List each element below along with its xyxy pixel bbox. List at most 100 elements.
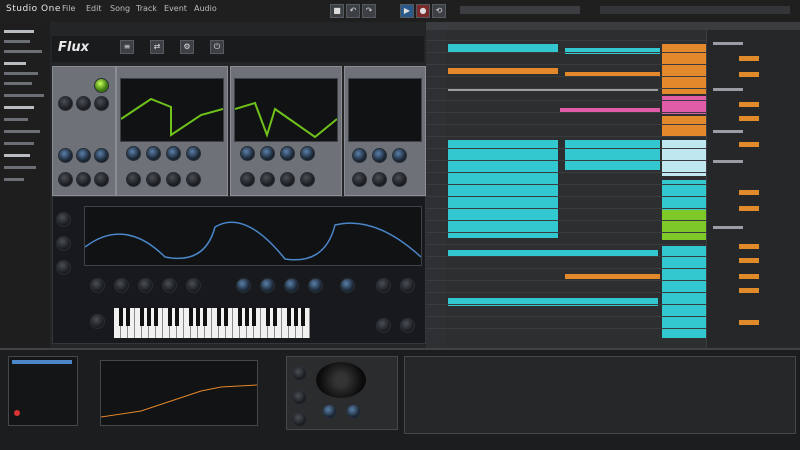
browser-item[interactable] <box>4 62 26 65</box>
env-knob[interactable] <box>300 146 315 161</box>
browser-item[interactable] <box>4 154 30 157</box>
black-key[interactable] <box>273 308 277 326</box>
osc-knob[interactable] <box>76 148 91 163</box>
browser-item[interactable] <box>4 94 44 97</box>
menu-track[interactable]: Track <box>136 4 157 13</box>
clip-cyan-large[interactable] <box>448 140 558 238</box>
synth-knob[interactable] <box>400 278 415 293</box>
lfo-knob[interactable] <box>372 172 387 187</box>
black-key[interactable] <box>238 308 242 326</box>
black-key[interactable] <box>301 308 305 326</box>
osc-knob[interactable] <box>94 172 109 187</box>
clip-column-lightblue[interactable] <box>662 140 706 176</box>
black-key[interactable] <box>252 308 256 326</box>
browser-item[interactable] <box>4 130 40 133</box>
clip-cyan[interactable] <box>448 44 558 52</box>
synth-knob[interactable] <box>56 236 71 251</box>
filter-knob[interactable] <box>186 172 201 187</box>
filter-knob[interactable] <box>166 172 181 187</box>
env-knob[interactable] <box>280 172 295 187</box>
env-knob[interactable] <box>260 146 275 161</box>
redo-icon[interactable]: ↷ <box>362 4 376 18</box>
lfo-knob[interactable] <box>372 148 387 163</box>
track-name[interactable] <box>713 42 743 45</box>
track-name[interactable] <box>713 130 743 133</box>
synth-knob[interactable] <box>376 278 391 293</box>
play-icon[interactable]: ▶ <box>400 4 414 18</box>
track-name[interactable] <box>713 226 743 229</box>
synth-knob[interactable] <box>260 278 275 293</box>
env-knob[interactable] <box>240 146 255 161</box>
menu-song[interactable]: Song <box>110 4 130 13</box>
synth-knob[interactable] <box>340 278 355 293</box>
synth-knob[interactable] <box>114 278 129 293</box>
filter-knob[interactable] <box>146 146 161 161</box>
osc-knob[interactable] <box>94 148 109 163</box>
black-key[interactable] <box>287 308 291 326</box>
synth-knob[interactable] <box>56 260 71 275</box>
osc-knob[interactable] <box>94 96 109 111</box>
loop-icon[interactable]: ⟲ <box>432 4 446 18</box>
black-key[interactable] <box>266 308 270 326</box>
track-name[interactable] <box>713 88 743 91</box>
browser-item[interactable] <box>4 40 30 43</box>
black-key[interactable] <box>203 308 207 326</box>
record-icon[interactable]: ● <box>416 4 430 18</box>
clip-cyan[interactable] <box>565 140 660 170</box>
filter-knob[interactable] <box>186 146 201 161</box>
mod-wheel[interactable] <box>90 314 105 329</box>
browser-item[interactable] <box>4 166 36 169</box>
fx-knob[interactable] <box>322 404 337 419</box>
browser-item[interactable] <box>4 72 38 75</box>
black-key[interactable] <box>189 308 193 326</box>
clip-column-green[interactable] <box>662 210 706 240</box>
browser-item[interactable] <box>4 106 34 109</box>
synth-knob[interactable] <box>162 278 177 293</box>
filter-knob[interactable] <box>126 146 141 161</box>
transport-timeline[interactable] <box>460 6 580 14</box>
black-key[interactable] <box>224 308 228 326</box>
black-key[interactable] <box>126 308 130 326</box>
fx-knob[interactable] <box>346 404 361 419</box>
synth-knob[interactable] <box>186 278 201 293</box>
clip-orange[interactable] <box>448 68 558 74</box>
clip-column-orange[interactable] <box>662 116 706 136</box>
fx-knob[interactable] <box>292 366 307 381</box>
black-key[interactable] <box>217 308 221 326</box>
save-icon[interactable]: ■ <box>330 4 344 18</box>
menu-audio[interactable]: Audio <box>194 4 217 13</box>
browser-item[interactable] <box>4 50 42 53</box>
black-key[interactable] <box>140 308 144 326</box>
filter-knob[interactable] <box>166 146 181 161</box>
black-key[interactable] <box>294 308 298 326</box>
undo-icon[interactable]: ↶ <box>346 4 360 18</box>
lfo-knob[interactable] <box>352 148 367 163</box>
black-key[interactable] <box>154 308 158 326</box>
synth-knob[interactable] <box>236 278 251 293</box>
browser-item[interactable] <box>4 118 28 121</box>
synth-knob[interactable] <box>90 278 105 293</box>
synth-knob[interactable] <box>56 212 71 227</box>
lfo-knob[interactable] <box>352 172 367 187</box>
black-key[interactable] <box>245 308 249 326</box>
osc-knob[interactable] <box>58 148 73 163</box>
osc-knob[interactable] <box>76 172 91 187</box>
menu-file[interactable]: File <box>62 4 75 13</box>
power-icon[interactable]: ⏻ <box>210 40 224 54</box>
lfo-knob[interactable] <box>392 148 407 163</box>
browser-item[interactable] <box>4 82 32 85</box>
browser-item[interactable] <box>4 30 34 33</box>
black-key[interactable] <box>168 308 172 326</box>
clip-cyan[interactable] <box>565 48 660 54</box>
synth-knob[interactable] <box>308 278 323 293</box>
fx-knob[interactable] <box>292 390 307 405</box>
lfo-knob[interactable] <box>392 172 407 187</box>
compare-icon[interactable]: ⇄ <box>150 40 164 54</box>
settings-icon[interactable]: ⚙ <box>180 40 194 54</box>
env-knob[interactable] <box>280 146 295 161</box>
osc-level-knob[interactable] <box>94 78 109 93</box>
filter-knob[interactable] <box>146 172 161 187</box>
filter-knob[interactable] <box>126 172 141 187</box>
browser-item[interactable] <box>4 142 34 145</box>
synth-knob[interactable] <box>284 278 299 293</box>
